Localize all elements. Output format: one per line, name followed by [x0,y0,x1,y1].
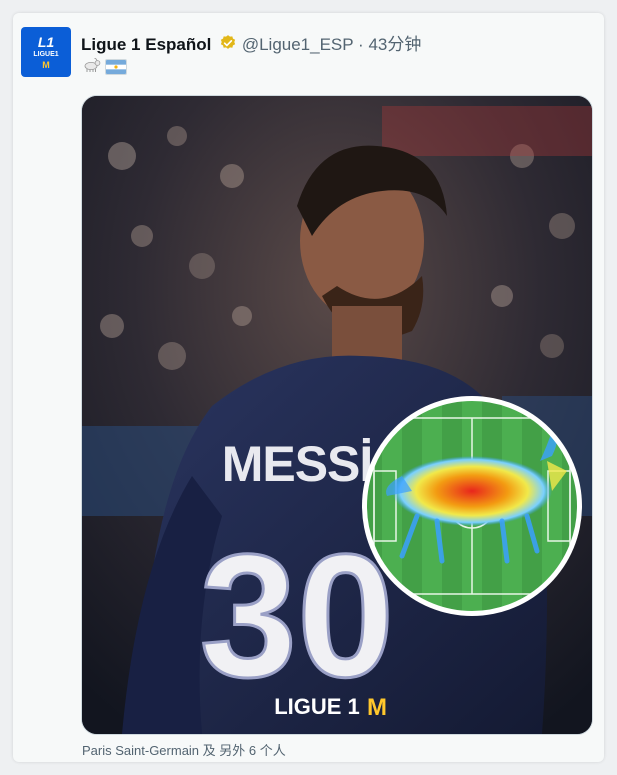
avatar-logo-sub: LIGUE1 [33,51,59,58]
goat-emoji-icon [82,57,102,76]
avatar-logo-mark: M [42,60,50,70]
avatar[interactable]: L1 LIGUE1 M [21,27,71,77]
tweet-media-image[interactable]: MESSİ 30 LIGUE 1 M [81,95,593,735]
tagged-people-link[interactable]: Paris Saint-Germain 及 另外 6 个人 [82,740,286,759]
tweet-text [82,57,127,76]
tweet-header: Ligue 1 Español @Ligue1_ESP · 43分钟 [81,30,594,54]
sponsor-logo-text: LIGUE 1 [274,694,360,719]
separator-dot: · [358,35,364,54]
avatar-logo-text: L1 [37,34,55,50]
jersey-name: MESSİ [222,436,373,492]
tweet-timestamp[interactable]: 43分钟 [368,35,421,54]
author-handle[interactable]: @Ligue1_ESP [242,35,353,54]
sponsor-mark: M [367,694,387,721]
goat-heatmap-inset [362,396,582,616]
verified-badge-icon [219,34,237,57]
author-name[interactable]: Ligue 1 Español [81,35,211,54]
argentina-flag-icon [105,58,127,75]
tweet-card[interactable]: L1 LIGUE1 M Ligue 1 Español @Ligue1_ESP … [13,13,604,762]
jersey-number: 30 [200,519,395,714]
